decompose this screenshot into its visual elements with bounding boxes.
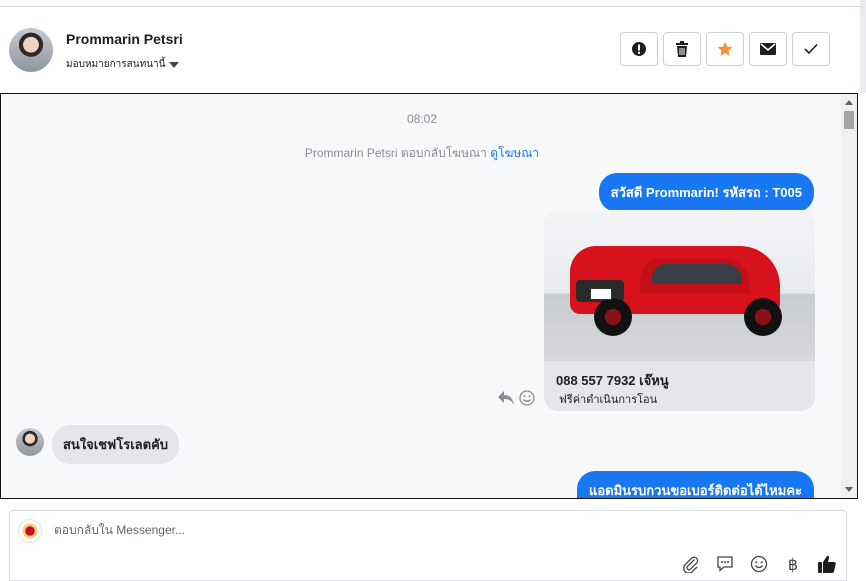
trash-icon xyxy=(676,41,688,57)
mark-unread-button[interactable] xyxy=(749,32,787,66)
scroll-thumb[interactable] xyxy=(844,111,854,129)
star-button[interactable] xyxy=(706,32,744,66)
message-composer: ฿ xyxy=(9,510,847,581)
car-wheel-front xyxy=(594,298,632,336)
baht-icon: ฿ xyxy=(787,554,799,574)
ad-reply-notice: Prommarin Petsri ตอบกลับโฆษณา ดูโฆษณา xyxy=(1,144,843,163)
avatar[interactable] xyxy=(9,28,53,72)
action-toolbar xyxy=(620,32,830,66)
attach-button[interactable] xyxy=(681,554,701,574)
payment-button[interactable]: ฿ xyxy=(783,554,803,574)
delete-button[interactable] xyxy=(663,32,701,66)
star-icon xyxy=(717,41,733,56)
paperclip-icon xyxy=(683,556,699,573)
message-thread: 08:02 Prommarin Petsri ตอบกลับโฆษณา ดูโฆ… xyxy=(0,93,858,499)
emoji-icon xyxy=(750,555,768,573)
thumbs-up-icon xyxy=(818,555,836,573)
scroll-down-arrow-icon[interactable] xyxy=(845,487,853,492)
alert-icon xyxy=(632,42,646,56)
sender-avatar xyxy=(16,428,44,456)
ad-card-title: 088 557 7932 เจ๊หนู xyxy=(556,373,669,388)
like-button[interactable] xyxy=(817,554,837,574)
outgoing-message[interactable]: สวัสดี Prommarin! รหัสรถ : T005 xyxy=(598,173,814,212)
scroll-up-arrow-icon[interactable] xyxy=(845,100,853,105)
assign-label: มอบหมายการสนทนานี้ xyxy=(66,59,166,70)
conversation-header: Prommarin Petsri มอบหมายการสนทนานี้ xyxy=(0,7,866,93)
car-window-shape xyxy=(652,264,742,284)
thread-scrollbar[interactable] xyxy=(841,94,857,498)
view-ad-link[interactable]: ดูโฆษณา xyxy=(490,146,539,160)
contact-name[interactable]: Prommarin Petsri xyxy=(66,31,183,47)
emoji-button[interactable] xyxy=(749,554,769,574)
mail-icon xyxy=(760,43,776,55)
ad-card[interactable]: 088 557 7932 เจ๊หนู ฟรีค่าดำเนินการโอน xyxy=(544,210,815,411)
ad-card-subtitle: ฟรีค่าดำเนินการโอน xyxy=(559,394,658,406)
check-icon xyxy=(804,43,818,55)
reply-icon[interactable] xyxy=(497,390,515,406)
react-emoji-icon[interactable] xyxy=(519,390,535,406)
ad-reply-text: Prommarin Petsri ตอบกลับโฆษณา xyxy=(304,146,487,160)
message-timestamp: 08:02 xyxy=(406,112,438,126)
caret-down-icon xyxy=(169,61,180,68)
mark-spam-button[interactable] xyxy=(620,32,658,66)
reply-input[interactable] xyxy=(54,523,754,537)
outgoing-message[interactable]: แอดมินรบกวนขอเบอร์ติดต่อได้ไหมคะ xyxy=(576,471,814,498)
mark-done-button[interactable] xyxy=(792,32,830,66)
page-avatar xyxy=(18,519,42,543)
speech-bubble-icon xyxy=(717,556,733,572)
license-plate xyxy=(590,288,612,300)
car-photo xyxy=(544,210,815,361)
side-panel-edge xyxy=(860,0,866,93)
assign-conversation-dropdown[interactable]: มอบหมายการสนทนานี้ xyxy=(66,57,180,72)
saved-replies-button[interactable] xyxy=(715,554,735,574)
car-wheel-rear xyxy=(744,298,782,336)
incoming-message[interactable]: สนใจเชฟโรเลตคับ xyxy=(52,425,180,464)
composer-tools: ฿ xyxy=(681,554,837,574)
